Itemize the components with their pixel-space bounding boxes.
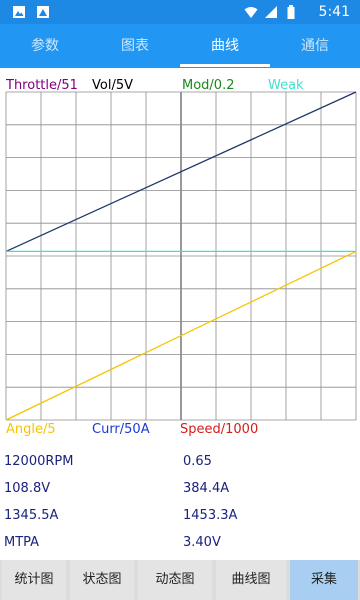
legend-angle: Angle/5 xyxy=(6,422,56,437)
bottom-button-bar: 统计图 状态图 动态图 曲线图 采集 xyxy=(0,560,360,600)
reading-voltage: 108.8V xyxy=(4,481,51,496)
status-chart-button[interactable]: 状态图 xyxy=(70,560,134,600)
stats-chart-button[interactable]: 统计图 xyxy=(2,560,66,600)
legend-speed: Speed/1000 xyxy=(180,422,259,437)
legend-curr: Curr/50A xyxy=(92,422,150,437)
plot-grid xyxy=(5,91,357,421)
curve-chart-button[interactable]: 曲线图 xyxy=(216,560,286,600)
dynamic-chart-button[interactable]: 动态图 xyxy=(138,560,212,600)
reading-throttle-voltage: 3.40V xyxy=(183,535,221,550)
reading-phase-current-1: 1345.5A xyxy=(4,508,59,523)
reading-speed: 12000RPM xyxy=(4,454,74,469)
reading-phase-current-2: 1453.3A xyxy=(183,508,238,523)
reading-mode: MTPA xyxy=(4,535,40,550)
reading-mod: 0.65 xyxy=(183,454,212,469)
reading-current: 384.4A xyxy=(183,481,230,496)
capture-button[interactable]: 采集 xyxy=(290,560,358,600)
